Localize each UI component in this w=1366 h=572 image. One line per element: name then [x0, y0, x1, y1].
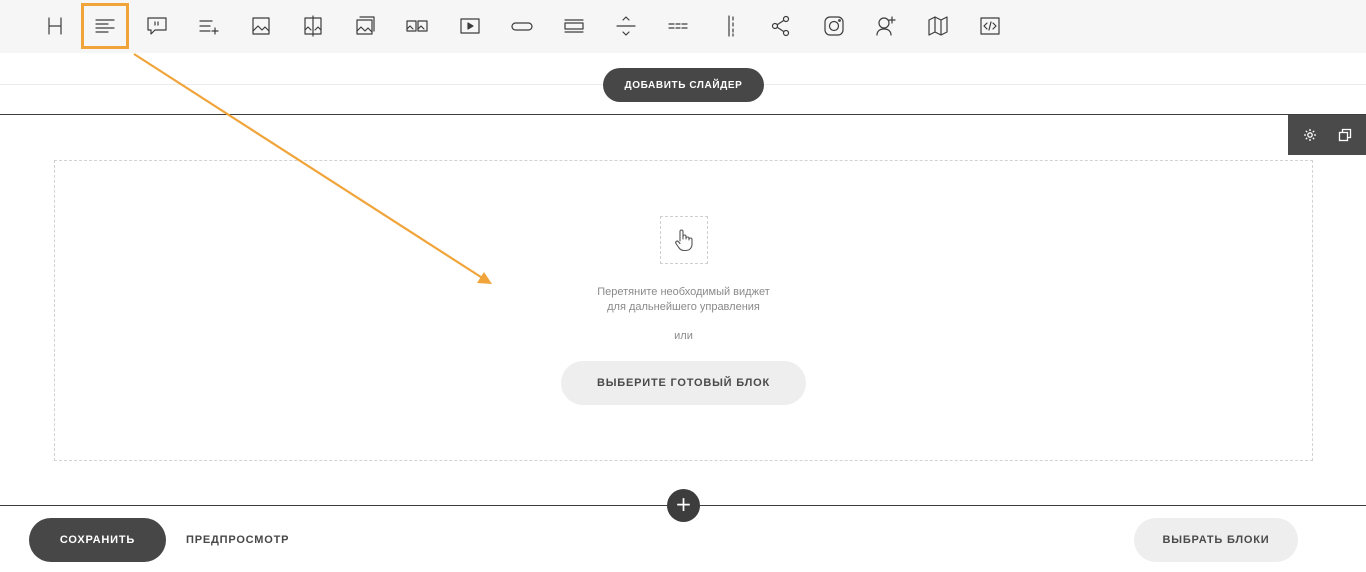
instagram-tool[interactable] [812, 4, 856, 48]
gallery-icon [356, 16, 375, 35]
hand-pointer-icon [675, 229, 693, 252]
list-tool[interactable] [187, 4, 231, 48]
add-slider-button[interactable]: ДОБАВИТЬ СЛАЙДЕР [603, 68, 764, 102]
spacer-tool[interactable] [604, 4, 648, 48]
button-pill-icon [511, 22, 533, 31]
block-tool[interactable] [552, 4, 596, 48]
dropzone-hint: Перетяните необходимый виджет для дальне… [55, 285, 1312, 315]
author-tool[interactable] [864, 4, 908, 48]
image-compare-tool[interactable] [291, 4, 335, 48]
list-add-icon [199, 20, 219, 35]
share-tool[interactable] [759, 4, 803, 48]
widget-dropzone[interactable]: Перетяните необходимый виджет для дальне… [54, 160, 1313, 461]
or-label: или [674, 330, 693, 342]
map-icon [928, 16, 948, 36]
code-icon [980, 17, 1000, 35]
section-top-border [0, 114, 1366, 115]
add-user-icon [876, 16, 896, 36]
image-icon [252, 17, 270, 35]
dropzone-hint-line2: для дальнейшего управления [607, 301, 760, 313]
text-align-left-icon [95, 19, 115, 33]
image-grid-icon [406, 20, 428, 32]
share-icon [771, 15, 790, 37]
text-tool[interactable] [81, 3, 129, 49]
button-tool[interactable] [500, 4, 544, 48]
block-lines-icon [564, 19, 584, 33]
dropzone-hint-line1: Перетяните необходимый виджет [597, 286, 770, 298]
save-button[interactable]: СОХРАНИТЬ [29, 518, 166, 562]
choose-blocks-button[interactable]: ВЫБРАТЬ БЛОКИ [1134, 518, 1298, 562]
image-compare-icon [304, 15, 322, 37]
map-tool[interactable] [916, 4, 960, 48]
gear-icon [1303, 129, 1316, 141]
duplicate-icon [1338, 128, 1351, 142]
preview-link[interactable]: ПРЕДПРОСМОТР [186, 518, 289, 562]
section-duplicate-button[interactable] [1334, 124, 1356, 146]
columns-tool[interactable] [709, 4, 753, 48]
widget-toolbar [0, 0, 1366, 53]
video-play-icon [460, 18, 480, 34]
section-settings-button[interactable] [1299, 124, 1321, 146]
choose-ready-block-button[interactable]: ВЫБЕРИТЕ ГОТОВЫЙ БЛОК [561, 361, 806, 405]
vertical-divider-icon [728, 15, 734, 37]
heading-icon [48, 17, 62, 35]
spacer-icon [616, 16, 636, 36]
gallery-tool[interactable] [343, 4, 387, 48]
divider-tool[interactable] [656, 4, 700, 48]
heading-tool[interactable] [33, 4, 77, 48]
instagram-icon [824, 16, 844, 36]
quote-icon [147, 17, 167, 35]
image-tool[interactable] [239, 4, 283, 48]
divider-icon [668, 23, 688, 29]
drag-hint-box [660, 216, 708, 264]
add-section-button[interactable]: + [667, 489, 700, 522]
video-tool[interactable] [448, 4, 492, 48]
quote-tool[interactable] [135, 4, 179, 48]
section-tools [1288, 115, 1366, 155]
image-grid-tool[interactable] [395, 4, 439, 48]
code-tool[interactable] [968, 4, 1012, 48]
